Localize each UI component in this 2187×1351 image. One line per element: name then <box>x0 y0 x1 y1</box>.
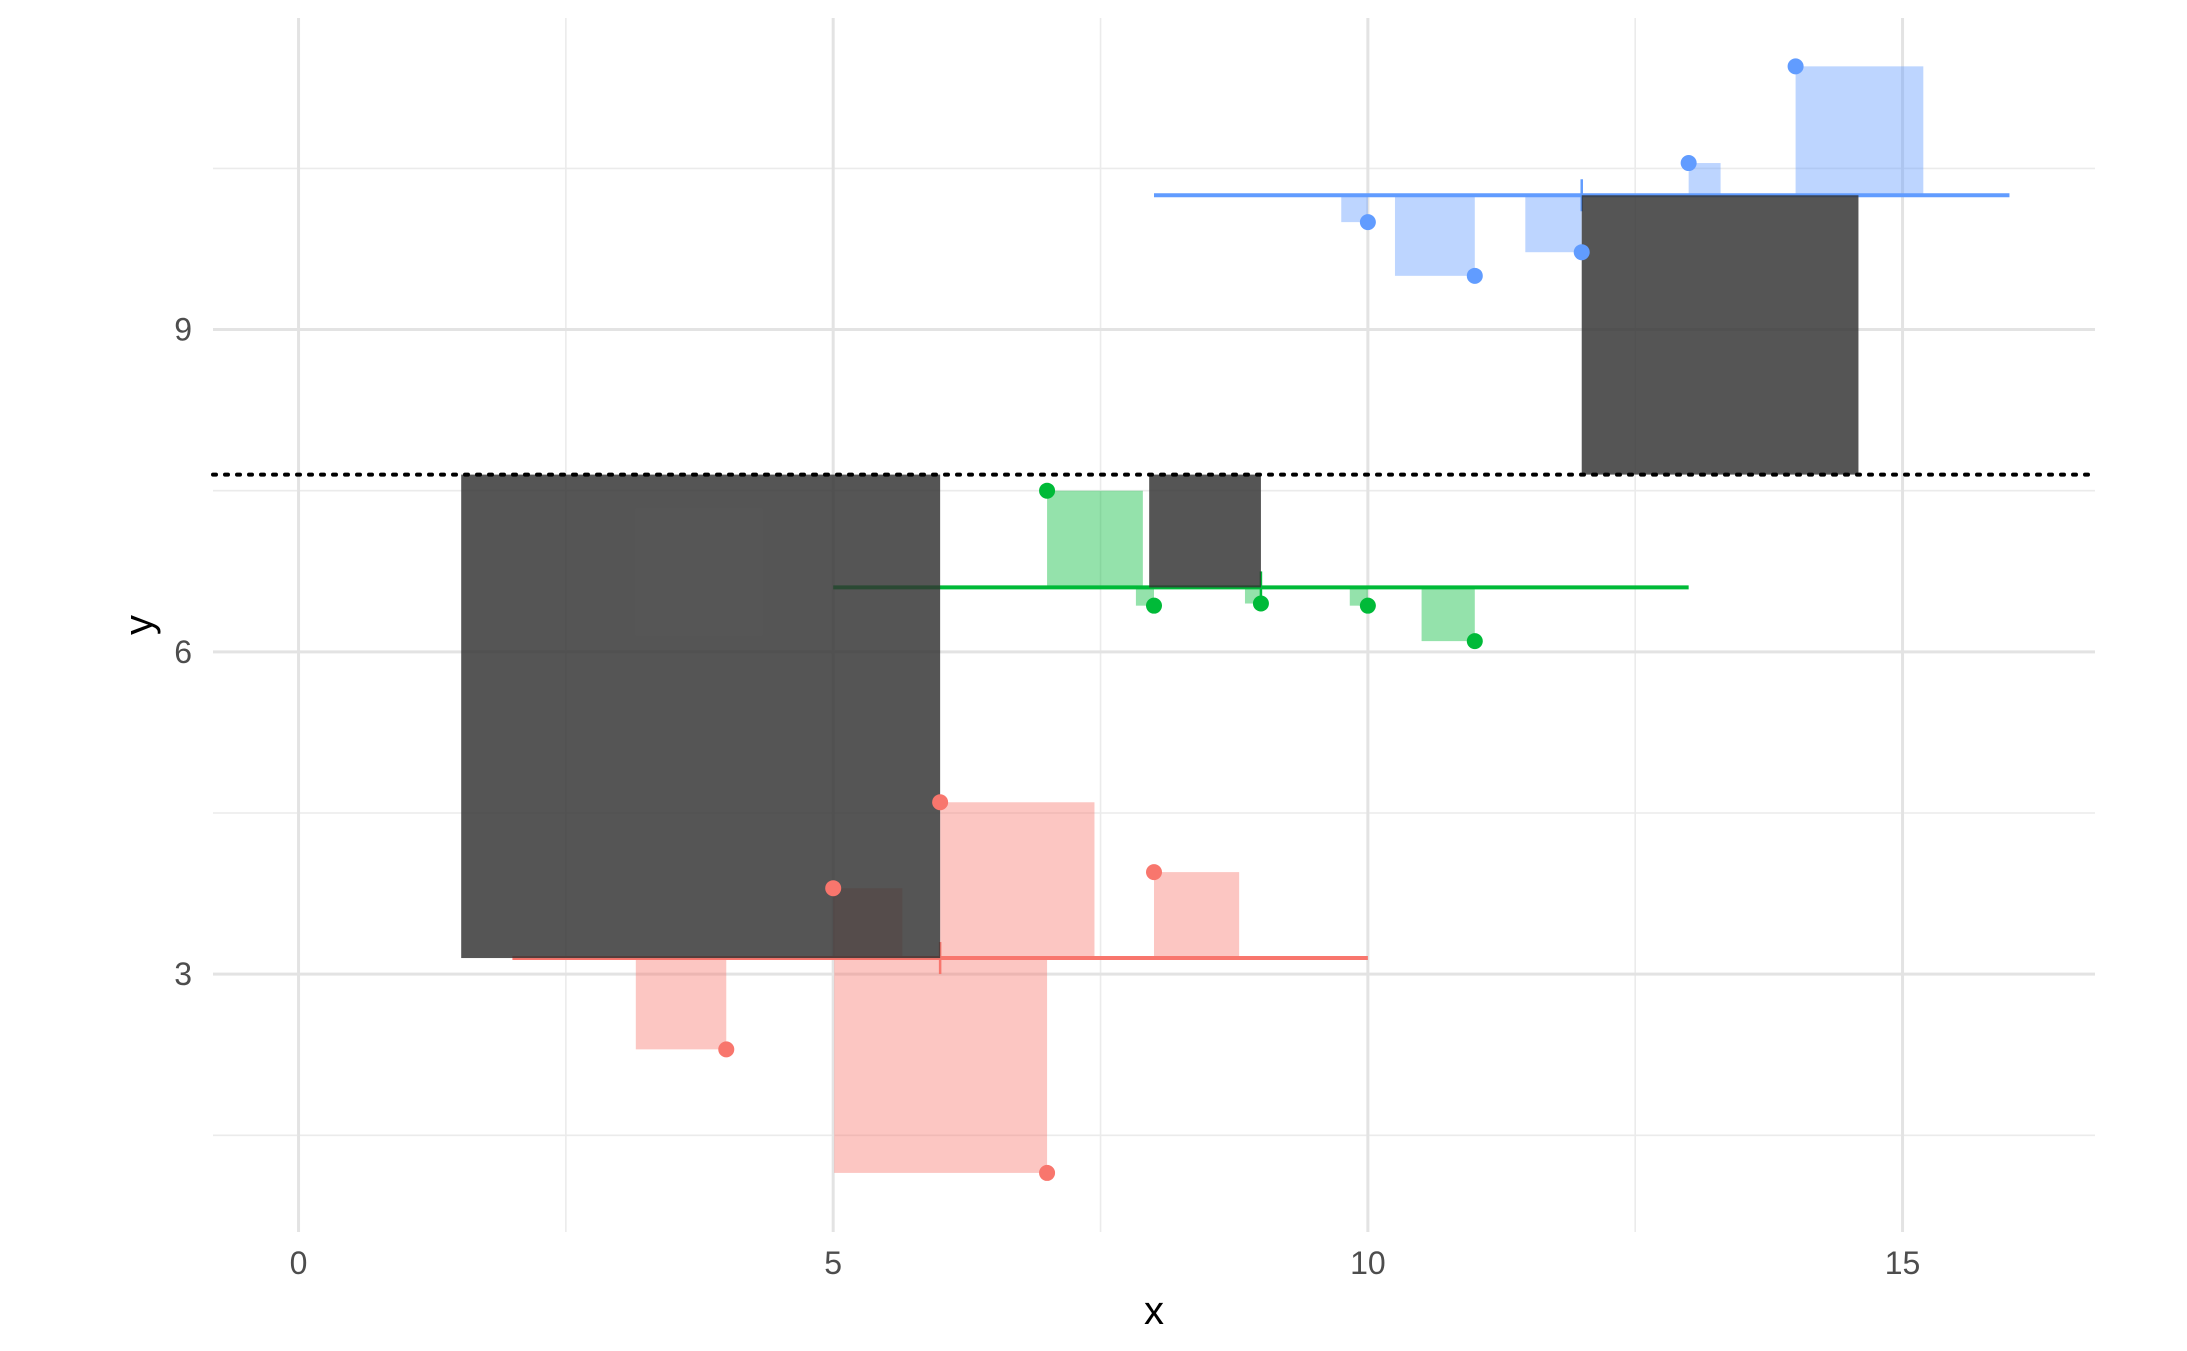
data-point <box>1359 597 1376 614</box>
residual-square <box>1421 587 1475 642</box>
data-point <box>1359 214 1376 231</box>
y-tick-label: 3 <box>174 956 192 992</box>
residual-square <box>1795 66 1924 196</box>
between-group-square <box>461 474 941 959</box>
data-point <box>1680 155 1697 172</box>
between-group-square <box>1149 474 1261 588</box>
residual-square <box>834 958 1048 1173</box>
y-tick-label: 6 <box>174 634 192 670</box>
residual-square <box>940 802 1095 959</box>
data-point <box>1466 633 1483 650</box>
between-group-square <box>1581 195 1859 475</box>
data-point <box>1146 597 1162 614</box>
data-point <box>825 880 842 897</box>
residual-square <box>1047 490 1143 588</box>
residual-square <box>635 958 727 1050</box>
data-point <box>718 1041 735 1058</box>
data-point <box>1039 482 1056 499</box>
data-point <box>932 794 949 811</box>
y-tick-labels: 3 6 9 <box>174 312 192 993</box>
y-axis-title: y <box>117 615 161 635</box>
x-tick-label: 10 <box>1350 1245 1386 1281</box>
data-point <box>1039 1164 1056 1181</box>
residual-square <box>1394 195 1475 276</box>
data-point <box>1252 595 1269 612</box>
x-tick-label: 0 <box>290 1245 308 1281</box>
data-point <box>1573 244 1590 261</box>
data-point <box>1787 58 1804 75</box>
between-group-squares <box>461 195 1859 959</box>
x-tick-label: 5 <box>824 1245 842 1281</box>
data-point <box>1146 864 1162 881</box>
y-tick-label: 9 <box>174 312 192 348</box>
x-axis-title: x <box>1144 1289 1164 1333</box>
residual-square <box>1525 195 1582 253</box>
chart: 0 5 10 15 3 6 9 x y <box>117 18 2097 1333</box>
x-tick-label: 15 <box>1885 1245 1921 1281</box>
data-point <box>1466 267 1483 284</box>
residual-square <box>1154 872 1240 959</box>
x-tick-labels: 0 5 10 15 <box>290 1245 1921 1281</box>
